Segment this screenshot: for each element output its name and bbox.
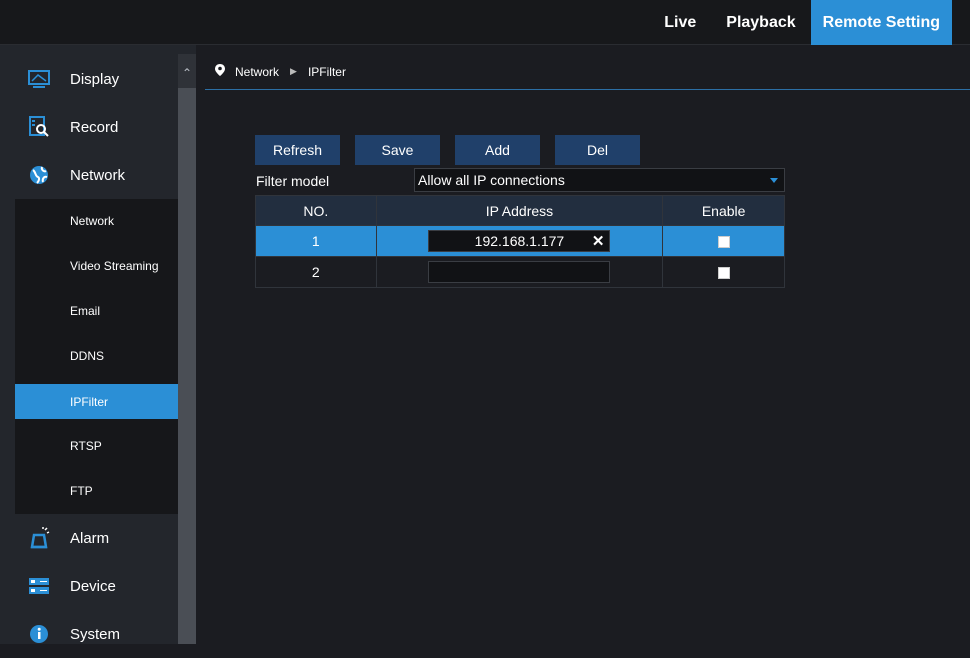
device-icon	[27, 574, 51, 598]
network-submenu: Network Video Streaming Email DDNS IPFil…	[15, 199, 178, 514]
ip-address-input[interactable]: 192.168.1.177 ✕	[428, 230, 611, 252]
filter-model-label: Filter model	[256, 173, 330, 189]
enable-cell	[662, 256, 785, 288]
monitor-icon	[27, 67, 51, 91]
ip-cell: 192.168.1.177 ✕	[375, 225, 664, 257]
sidebar-item-label: Record	[70, 118, 119, 136]
sidebar-item-label: System	[70, 625, 121, 643]
scroll-up-icon[interactable]: ⌃	[178, 62, 196, 84]
ip-address-value: 192.168.1.177	[474, 233, 565, 249]
breadcrumb-parent[interactable]: Network	[235, 65, 279, 79]
dropdown-caret-icon	[770, 178, 778, 183]
filter-model-value: Allow all IP connections	[418, 172, 565, 188]
sidebar-item-device[interactable]: Device	[15, 562, 178, 610]
playback-tab[interactable]: Playback	[711, 0, 810, 45]
sidebar-scrollbar-thumb[interactable]	[178, 88, 196, 644]
ip-address-input[interactable]	[428, 261, 611, 283]
table-row[interactable]: 2	[255, 256, 785, 288]
subnav-item-ddns[interactable]: DDNS	[15, 338, 178, 373]
info-icon	[27, 622, 51, 646]
enable-checkbox[interactable]	[717, 267, 730, 280]
record-search-icon	[27, 115, 51, 139]
refresh-button[interactable]: Refresh	[255, 135, 340, 165]
table-header-row: NO. IP Address Enable	[255, 195, 785, 226]
subnav-item-network[interactable]: Network	[15, 203, 178, 238]
subnav-item-email[interactable]: Email	[15, 293, 178, 328]
column-header-enable: Enable	[662, 195, 785, 226]
subnav-item-rtsp[interactable]: RTSP	[15, 428, 178, 463]
clear-icon[interactable]: ✕	[592, 232, 605, 250]
add-button[interactable]: Add	[455, 135, 540, 165]
sidebar-item-record[interactable]: Record	[15, 103, 178, 151]
enable-cell	[662, 225, 785, 257]
sidebar-item-alarm[interactable]: Alarm	[15, 514, 178, 562]
del-button[interactable]: Del	[555, 135, 640, 165]
save-button[interactable]: Save	[355, 135, 440, 165]
subnav-item-ipfilter[interactable]: IPFilter	[15, 384, 178, 419]
sidebar-item-label: Display	[70, 70, 120, 88]
subnav-item-ftp[interactable]: FTP	[15, 473, 178, 508]
breadcrumb-arrow-icon: ▶	[290, 66, 297, 76]
alarm-icon	[27, 526, 51, 550]
sidebar-item-label: Device	[70, 577, 116, 595]
ip-filter-table: NO. IP Address Enable 1 192.168.1.177 ✕ …	[255, 195, 785, 288]
globe-icon	[27, 163, 51, 187]
row-number: 2	[255, 256, 377, 288]
location-pin-icon	[215, 64, 225, 79]
table-row[interactable]: 1 192.168.1.177 ✕	[255, 225, 785, 257]
breadcrumb-current: IPFilter	[307, 64, 346, 79]
top-bar: Live Playback Remote Setting	[0, 0, 970, 45]
column-header-ip: IP Address	[375, 195, 664, 226]
filter-model-select[interactable]: Allow all IP connections	[414, 168, 785, 192]
live-tab[interactable]: Live	[649, 0, 711, 45]
sidebar-item-display[interactable]: Display	[15, 55, 178, 103]
column-header-no: NO.	[255, 195, 377, 226]
row-number: 1	[255, 225, 377, 257]
enable-checkbox[interactable]	[717, 236, 730, 249]
remote-setting-tab[interactable]: Remote Setting	[810, 0, 952, 45]
sidebar-item-system[interactable]: System	[15, 610, 178, 658]
sidebar-item-label: Alarm	[70, 529, 110, 547]
sidebar-item-label: Network	[70, 166, 126, 184]
sidebar-item-network[interactable]: Network	[15, 151, 178, 199]
top-nav: Live Playback Remote Setting	[649, 0, 952, 45]
ip-cell	[375, 256, 664, 288]
breadcrumb: Network ▶ IPFilter	[205, 54, 970, 90]
subnav-item-video-streaming[interactable]: Video Streaming	[15, 248, 178, 283]
